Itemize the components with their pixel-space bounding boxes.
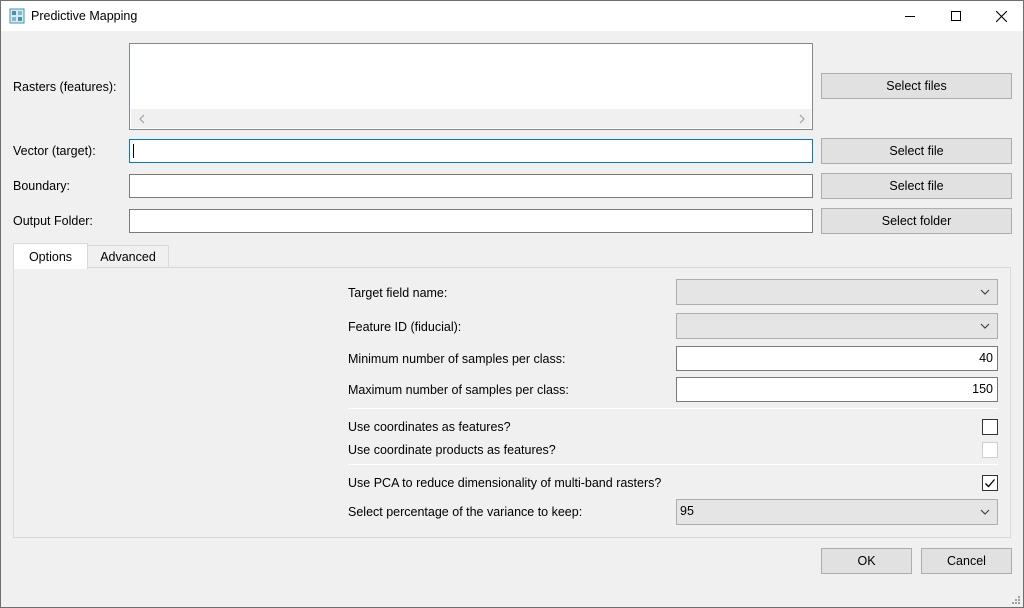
horizontal-scrollbar[interactable] xyxy=(131,109,811,128)
tab-advanced[interactable]: Advanced xyxy=(87,245,169,268)
variance-value: 95 xyxy=(680,504,694,518)
scroll-right-icon[interactable] xyxy=(795,112,809,126)
output-folder-label: Output Folder: xyxy=(13,214,93,228)
dialog-window: Predictive Mapping Rasters (features): S… xyxy=(0,0,1024,608)
title-bar[interactable]: Predictive Mapping xyxy=(1,1,1023,31)
rasters-list[interactable] xyxy=(129,43,813,130)
text-caret xyxy=(133,144,134,158)
vector-input[interactable] xyxy=(129,139,813,163)
max-samples-label: Maximum number of samples per class: xyxy=(348,383,569,397)
variance-dropdown[interactable]: 95 xyxy=(676,499,998,525)
min-samples-input[interactable]: 40 xyxy=(676,346,998,371)
feature-id-dropdown[interactable] xyxy=(676,313,998,339)
resize-grip-icon[interactable] xyxy=(1011,595,1021,605)
variance-label: Select percentage of the variance to kee… xyxy=(348,505,583,519)
target-field-label: Target field name: xyxy=(348,286,448,300)
scroll-left-icon[interactable] xyxy=(135,112,149,126)
use-coords-checkbox[interactable] xyxy=(982,419,998,435)
close-icon xyxy=(995,10,1007,22)
separator xyxy=(348,464,998,465)
use-coord-products-checkbox[interactable] xyxy=(982,442,998,458)
separator xyxy=(348,408,998,409)
maximize-button[interactable] xyxy=(933,1,979,31)
cancel-button[interactable]: Cancel xyxy=(921,548,1012,574)
options-panel: Target field name: Feature ID (fiducial)… xyxy=(13,267,1011,538)
minimize-button[interactable] xyxy=(887,1,933,31)
use-pca-checkbox[interactable] xyxy=(982,475,998,491)
select-rasters-button[interactable]: Select files xyxy=(821,73,1012,99)
output-folder-input[interactable] xyxy=(129,209,813,233)
feature-id-label: Feature ID (fiducial): xyxy=(348,320,462,334)
select-boundary-button[interactable]: Select file xyxy=(821,173,1012,199)
boundary-label: Boundary: xyxy=(13,179,70,193)
use-coords-label: Use coordinates as features? xyxy=(348,420,511,434)
checkmark-icon xyxy=(985,479,995,488)
tab-options[interactable]: Options xyxy=(13,243,88,269)
close-button[interactable] xyxy=(978,1,1024,31)
ok-button[interactable]: OK xyxy=(821,548,912,574)
chevron-down-icon xyxy=(980,509,990,515)
select-output-folder-button[interactable]: Select folder xyxy=(821,208,1012,234)
vector-label: Vector (target): xyxy=(13,144,96,158)
boundary-input[interactable] xyxy=(129,174,813,198)
select-vector-button[interactable]: Select file xyxy=(821,138,1012,164)
chevron-down-icon xyxy=(980,323,990,329)
minimize-icon xyxy=(905,16,915,17)
use-coord-products-label: Use coordinate products as features? xyxy=(348,443,556,457)
target-field-dropdown[interactable] xyxy=(676,279,998,305)
chevron-down-icon xyxy=(980,289,990,295)
window-title: Predictive Mapping xyxy=(31,9,138,23)
grid-icon xyxy=(9,8,25,24)
use-pca-label: Use PCA to reduce dimensionality of mult… xyxy=(348,476,662,490)
rasters-label: Rasters (features): xyxy=(13,80,117,94)
maximize-icon xyxy=(951,11,961,21)
min-samples-label: Minimum number of samples per class: xyxy=(348,352,566,366)
max-samples-input[interactable]: 150 xyxy=(676,377,998,402)
